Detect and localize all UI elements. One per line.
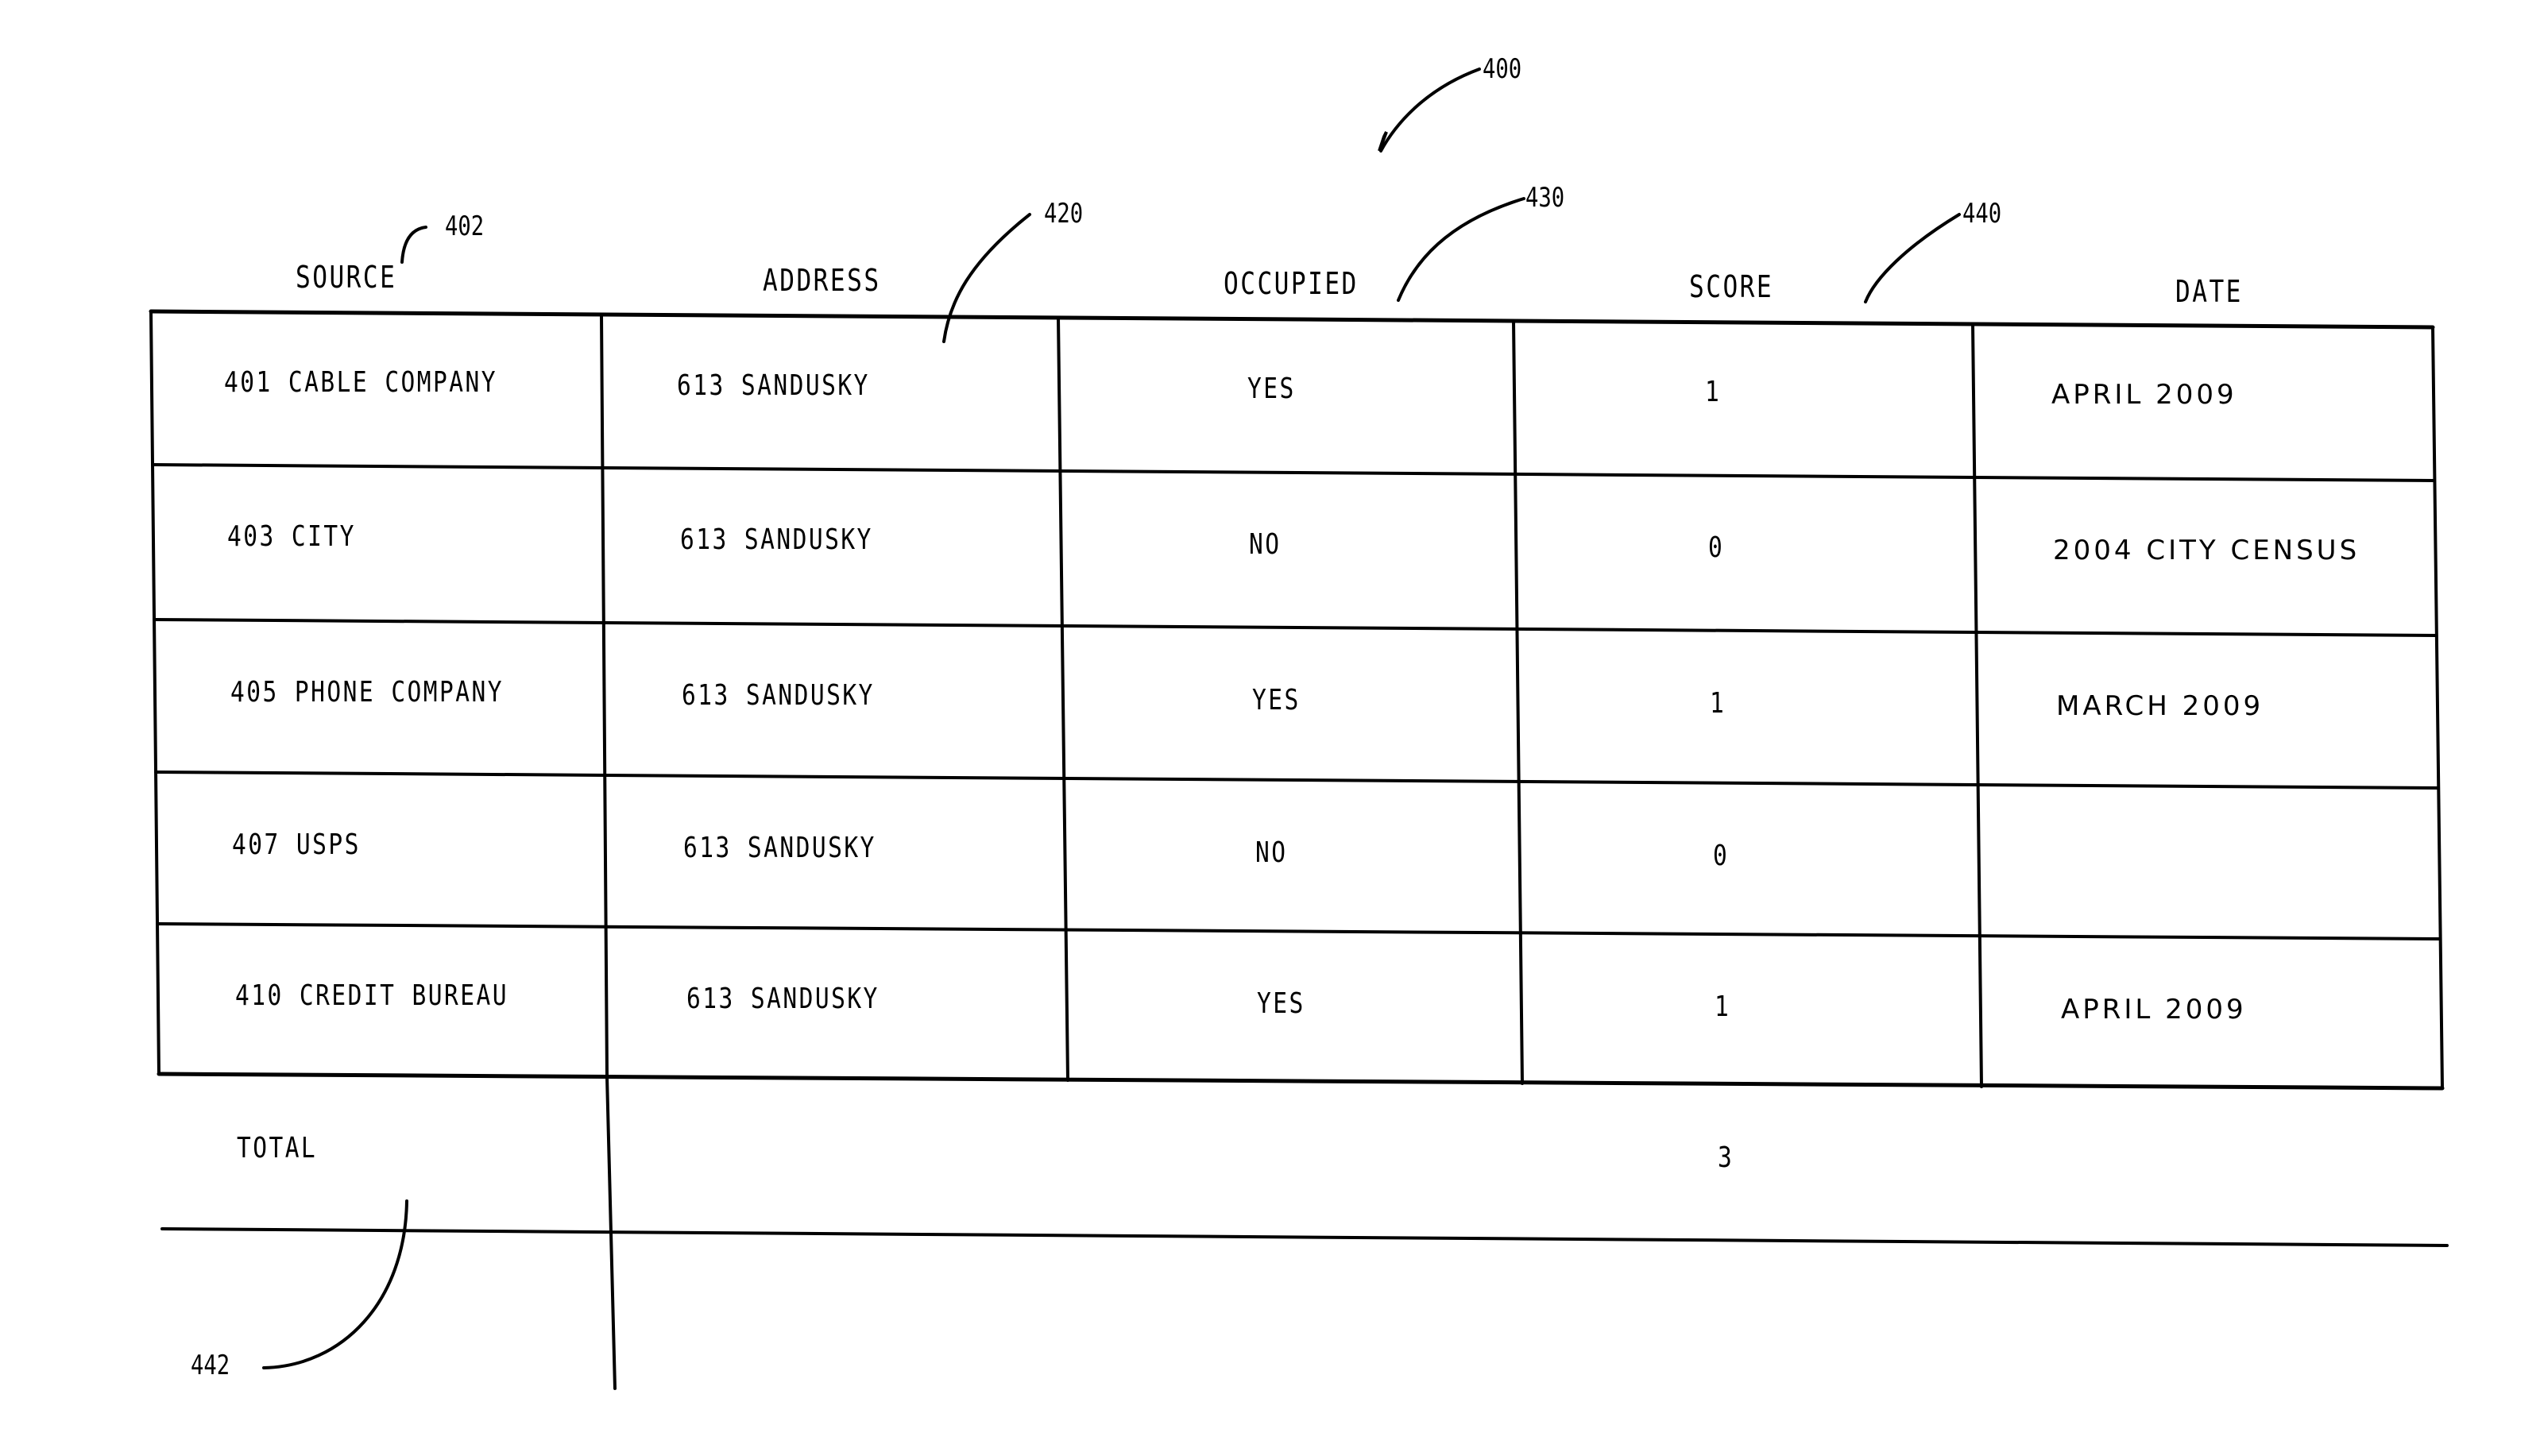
row-divider: [154, 770, 2439, 790]
cell-source: 407 USPS: [232, 828, 361, 861]
leader-line-420: [942, 213, 1031, 343]
cell-date: APRIL 2009: [2061, 994, 2247, 1025]
leader-line-400: [1379, 68, 1481, 153]
table-left-border: [149, 310, 160, 1076]
cell-score: 0: [1708, 531, 1725, 564]
ref-numeral-420: 420: [1044, 198, 1084, 230]
cell-score: 0: [1713, 840, 1730, 872]
column-divider: [1057, 316, 1069, 1082]
cell-occupied: YES: [1252, 684, 1301, 716]
cell-occupied: NO: [1255, 836, 1288, 869]
cell-occupied: YES: [1247, 373, 1296, 405]
column-header-address: ADDRESS: [763, 263, 881, 298]
ref-numeral-402: 402: [445, 210, 485, 242]
ref-numeral-400: 400: [1483, 53, 1522, 85]
cell-score: 1: [1715, 991, 1731, 1023]
row-divider: [153, 618, 2438, 637]
column-header-score: SCORE: [1689, 269, 1774, 304]
cell-source: 403 CITY: [227, 520, 356, 553]
column-divider: [1512, 319, 1524, 1085]
cell-address: 613 SANDUSKY: [686, 983, 880, 1015]
leader-line-430: [1397, 197, 1525, 302]
cell-address: 613 SANDUSKY: [680, 523, 873, 556]
column-divider: [1971, 322, 1983, 1088]
table-top-border: [149, 309, 2435, 330]
cell-occupied: NO: [1249, 528, 1282, 561]
cell-score: 1: [1705, 376, 1722, 408]
ref-numeral-440: 440: [1962, 198, 2002, 230]
cell-source: 405 PHONE COMPANY: [230, 676, 504, 709]
cell-date: 2004 CITY CENSUS: [2053, 535, 2360, 566]
table-grid: [149, 68, 2449, 1390]
column-header-date: DATE: [2175, 274, 2243, 309]
cell-address: 613 SANDUSKY: [683, 832, 876, 864]
table-bottom-border: [157, 1072, 2445, 1091]
column-header-source: SOURCE: [296, 260, 397, 295]
ref-numeral-442: 442: [191, 1350, 230, 1381]
cell-date: APRIL 2009: [2051, 379, 2237, 411]
total-label: TOTAL: [237, 1132, 318, 1164]
ref-numeral-430: 430: [1525, 182, 1565, 214]
row-divider: [151, 463, 2436, 482]
column-header-occupied: OCCUPIED: [1224, 266, 1359, 301]
table-right-border: [2431, 326, 2444, 1090]
row-divider: [156, 922, 2442, 940]
column-divider: [600, 313, 609, 1079]
leader-line-402: [400, 226, 427, 264]
cell-address: 613 SANDUSKY: [677, 369, 870, 402]
leader-line-442: [262, 1199, 408, 1369]
cell-source: 401 CABLE COMPANY: [224, 366, 497, 399]
cell-address: 613 SANDUSKY: [682, 679, 875, 712]
cell-source: 410 CREDIT BUREAU: [235, 979, 508, 1012]
total-score: 3: [1718, 1141, 1734, 1174]
total-row-bottom-line: [160, 1227, 2449, 1247]
cell-date: MARCH 2009: [2056, 690, 2264, 722]
cell-score: 1: [1710, 687, 1726, 720]
cell-occupied: YES: [1257, 987, 1305, 1020]
leader-line-440: [1864, 213, 1961, 303]
